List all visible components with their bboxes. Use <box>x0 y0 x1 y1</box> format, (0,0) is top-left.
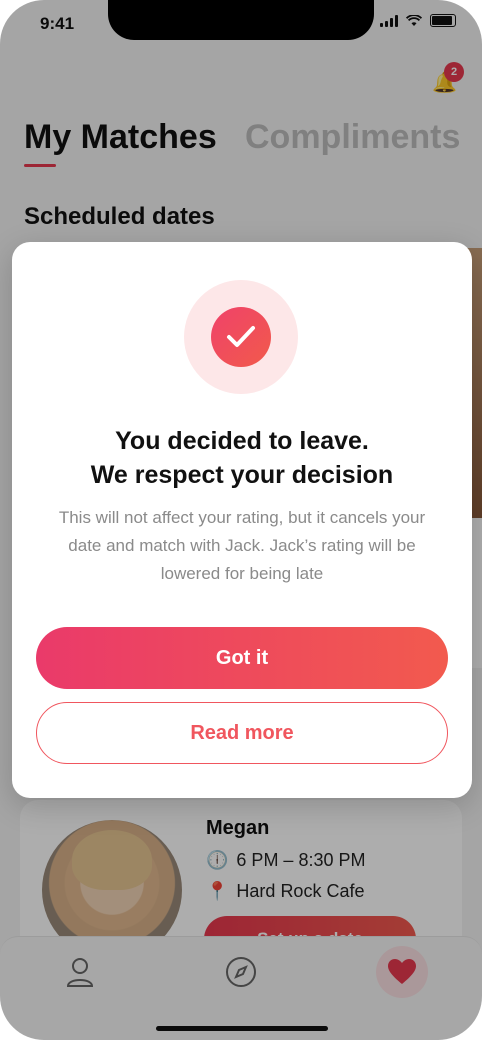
modal-title-line1: You decided to leave. <box>115 427 369 455</box>
phone-screen: 9:41 🔔 2 My Matches Compliments Schedule… <box>0 0 482 1040</box>
modal-body: This will not affect your rating, but it… <box>58 508 426 583</box>
modal-title-line2: We respect your decision <box>90 461 394 489</box>
got-it-button[interactable]: Got it <box>36 627 448 689</box>
read-more-button[interactable]: Read more <box>36 702 448 764</box>
check-circle-icon <box>211 307 271 367</box>
modal-title: You decided to leave. We respect your de… <box>12 424 472 492</box>
